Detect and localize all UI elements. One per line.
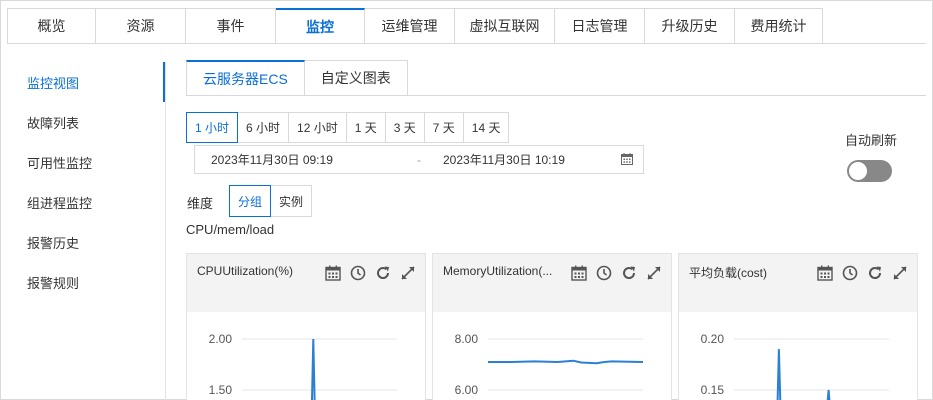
time-range-button-2[interactable]: 12 小时 bbox=[289, 112, 347, 143]
panel-toolbar bbox=[815, 263, 909, 282]
chart-plot: 0.20 0.15 bbox=[701, 332, 889, 400]
top-tab-8[interactable]: 费用统计 bbox=[735, 8, 823, 44]
top-tab-2[interactable]: 事件 bbox=[186, 8, 276, 44]
series-line bbox=[488, 359, 644, 365]
date-end: 2023年11月30日 10:19 bbox=[443, 153, 565, 167]
expand-icon[interactable] bbox=[890, 263, 909, 282]
sub-tab-underline bbox=[186, 95, 926, 96]
top-tab-1[interactable]: 资源 bbox=[96, 8, 186, 44]
toggle-knob bbox=[849, 162, 867, 180]
chart-panel-memory: MemoryUtilization(... 8.00 6.00 bbox=[432, 253, 672, 400]
time-range-button-1[interactable]: 6 小时 bbox=[238, 112, 290, 143]
clock-icon[interactable] bbox=[840, 263, 859, 282]
y-tick-label: 2.00 bbox=[209, 332, 233, 346]
date-separator: - bbox=[417, 152, 421, 167]
series-line bbox=[776, 349, 831, 400]
sidebar-item-0[interactable]: 监控视图 bbox=[0, 62, 166, 102]
sidebar-item-2[interactable]: 可用性监控 bbox=[0, 142, 166, 182]
chart-title: 平均负载(cost) bbox=[689, 266, 768, 280]
sub-tab-0[interactable]: 云服务器ECS bbox=[186, 60, 305, 96]
panel-header: CPUUtilization(%) bbox=[187, 254, 425, 312]
dimension-option-0[interactable]: 分组 bbox=[229, 185, 272, 217]
refresh-icon[interactable] bbox=[865, 263, 884, 282]
date-start: 2023年11月30日 09:19 bbox=[211, 153, 333, 167]
sub-tab-1[interactable]: 自定义图表 bbox=[304, 60, 408, 96]
expand-icon[interactable] bbox=[398, 263, 417, 282]
auto-refresh-toggle[interactable] bbox=[847, 160, 892, 182]
metric-group-label: CPU/mem/load bbox=[186, 222, 275, 237]
y-tick-label: 1.50 bbox=[209, 383, 233, 397]
top-tab-4[interactable]: 运维管理 bbox=[365, 8, 455, 44]
panel-header: 平均负载(cost) bbox=[679, 254, 917, 312]
calendar-icon[interactable] bbox=[815, 263, 834, 282]
chart-plot: 8.00 6.00 bbox=[455, 332, 644, 397]
top-tab-5[interactable]: 虚拟互联网 bbox=[455, 8, 555, 44]
chart-title: CPUUtilization(%) bbox=[197, 264, 294, 278]
date-range-picker[interactable]: 2023年11月30日 09:19 - 2023年11月30日 10:19 bbox=[194, 145, 644, 174]
time-range-button-5[interactable]: 7 天 bbox=[424, 112, 464, 143]
sidebar-active-indicator bbox=[163, 62, 165, 102]
sidebar: 监控视图 故障列表 可用性监控 组进程监控 报警历史 报警规则 bbox=[0, 62, 166, 302]
top-tab-0[interactable]: 概览 bbox=[7, 8, 96, 44]
dimension-option-1[interactable]: 实例 bbox=[271, 185, 313, 217]
panel-toolbar bbox=[323, 263, 417, 282]
top-tab-7[interactable]: 升级历史 bbox=[645, 8, 735, 44]
y-tick-label: 8.00 bbox=[455, 332, 479, 346]
y-tick-label: 0.20 bbox=[701, 332, 725, 346]
top-tab-underline bbox=[7, 43, 926, 44]
calendar-icon bbox=[621, 153, 633, 165]
time-range-button-0[interactable]: 1 小时 bbox=[186, 112, 239, 143]
clock-icon[interactable] bbox=[594, 263, 613, 282]
series-line bbox=[310, 338, 316, 400]
top-tab-3[interactable]: 监控 bbox=[276, 8, 365, 44]
chart-panel-cpu: CPUUtilization(%) 2.00 1.50 bbox=[186, 253, 426, 400]
refresh-icon[interactable] bbox=[373, 263, 392, 282]
time-range-group: 1 小时 6 小时 12 小时 1 天3 天7 天 14 天 bbox=[186, 112, 510, 143]
chart-panel-load: 平均负载(cost) 0.20 0.15 bbox=[678, 253, 918, 400]
calendar-icon[interactable] bbox=[569, 263, 588, 282]
chart-plot: 2.00 1.50 bbox=[209, 332, 397, 400]
refresh-icon[interactable] bbox=[619, 263, 638, 282]
time-range-button-4[interactable]: 3 天 bbox=[385, 112, 425, 143]
chart-title: MemoryUtilization(... bbox=[443, 264, 553, 278]
top-tab-6[interactable]: 日志管理 bbox=[555, 8, 645, 44]
dimension-label: 维度 bbox=[187, 196, 214, 211]
panel-toolbar bbox=[569, 263, 663, 282]
dimension-group: 分组 实例 bbox=[229, 185, 313, 217]
y-tick-label: 0.15 bbox=[701, 383, 725, 397]
sub-tab-bar: 云服务器ECS 自定义图表 bbox=[186, 60, 408, 96]
time-range-button-6[interactable]: 14 天 bbox=[463, 112, 510, 143]
panel-header: MemoryUtilization(... bbox=[433, 254, 671, 312]
expand-icon[interactable] bbox=[644, 263, 663, 282]
sidebar-item-1[interactable]: 故障列表 bbox=[0, 102, 166, 142]
sidebar-item-3[interactable]: 组进程监控 bbox=[0, 182, 166, 222]
y-tick-label: 6.00 bbox=[455, 383, 479, 397]
auto-refresh-label: 自动刷新 bbox=[845, 133, 898, 148]
top-tab-bar: 概览 资源 事件 监控 运维管理 虚拟互联网 日志管理 升级历史 费用统计 bbox=[7, 8, 823, 44]
calendar-icon[interactable] bbox=[323, 263, 342, 282]
sidebar-divider bbox=[165, 62, 166, 400]
clock-icon[interactable] bbox=[348, 263, 367, 282]
sidebar-item-4[interactable]: 报警历史 bbox=[0, 222, 166, 262]
sidebar-item-5[interactable]: 报警规则 bbox=[0, 262, 166, 302]
time-range-button-3[interactable]: 1 天 bbox=[346, 112, 386, 143]
